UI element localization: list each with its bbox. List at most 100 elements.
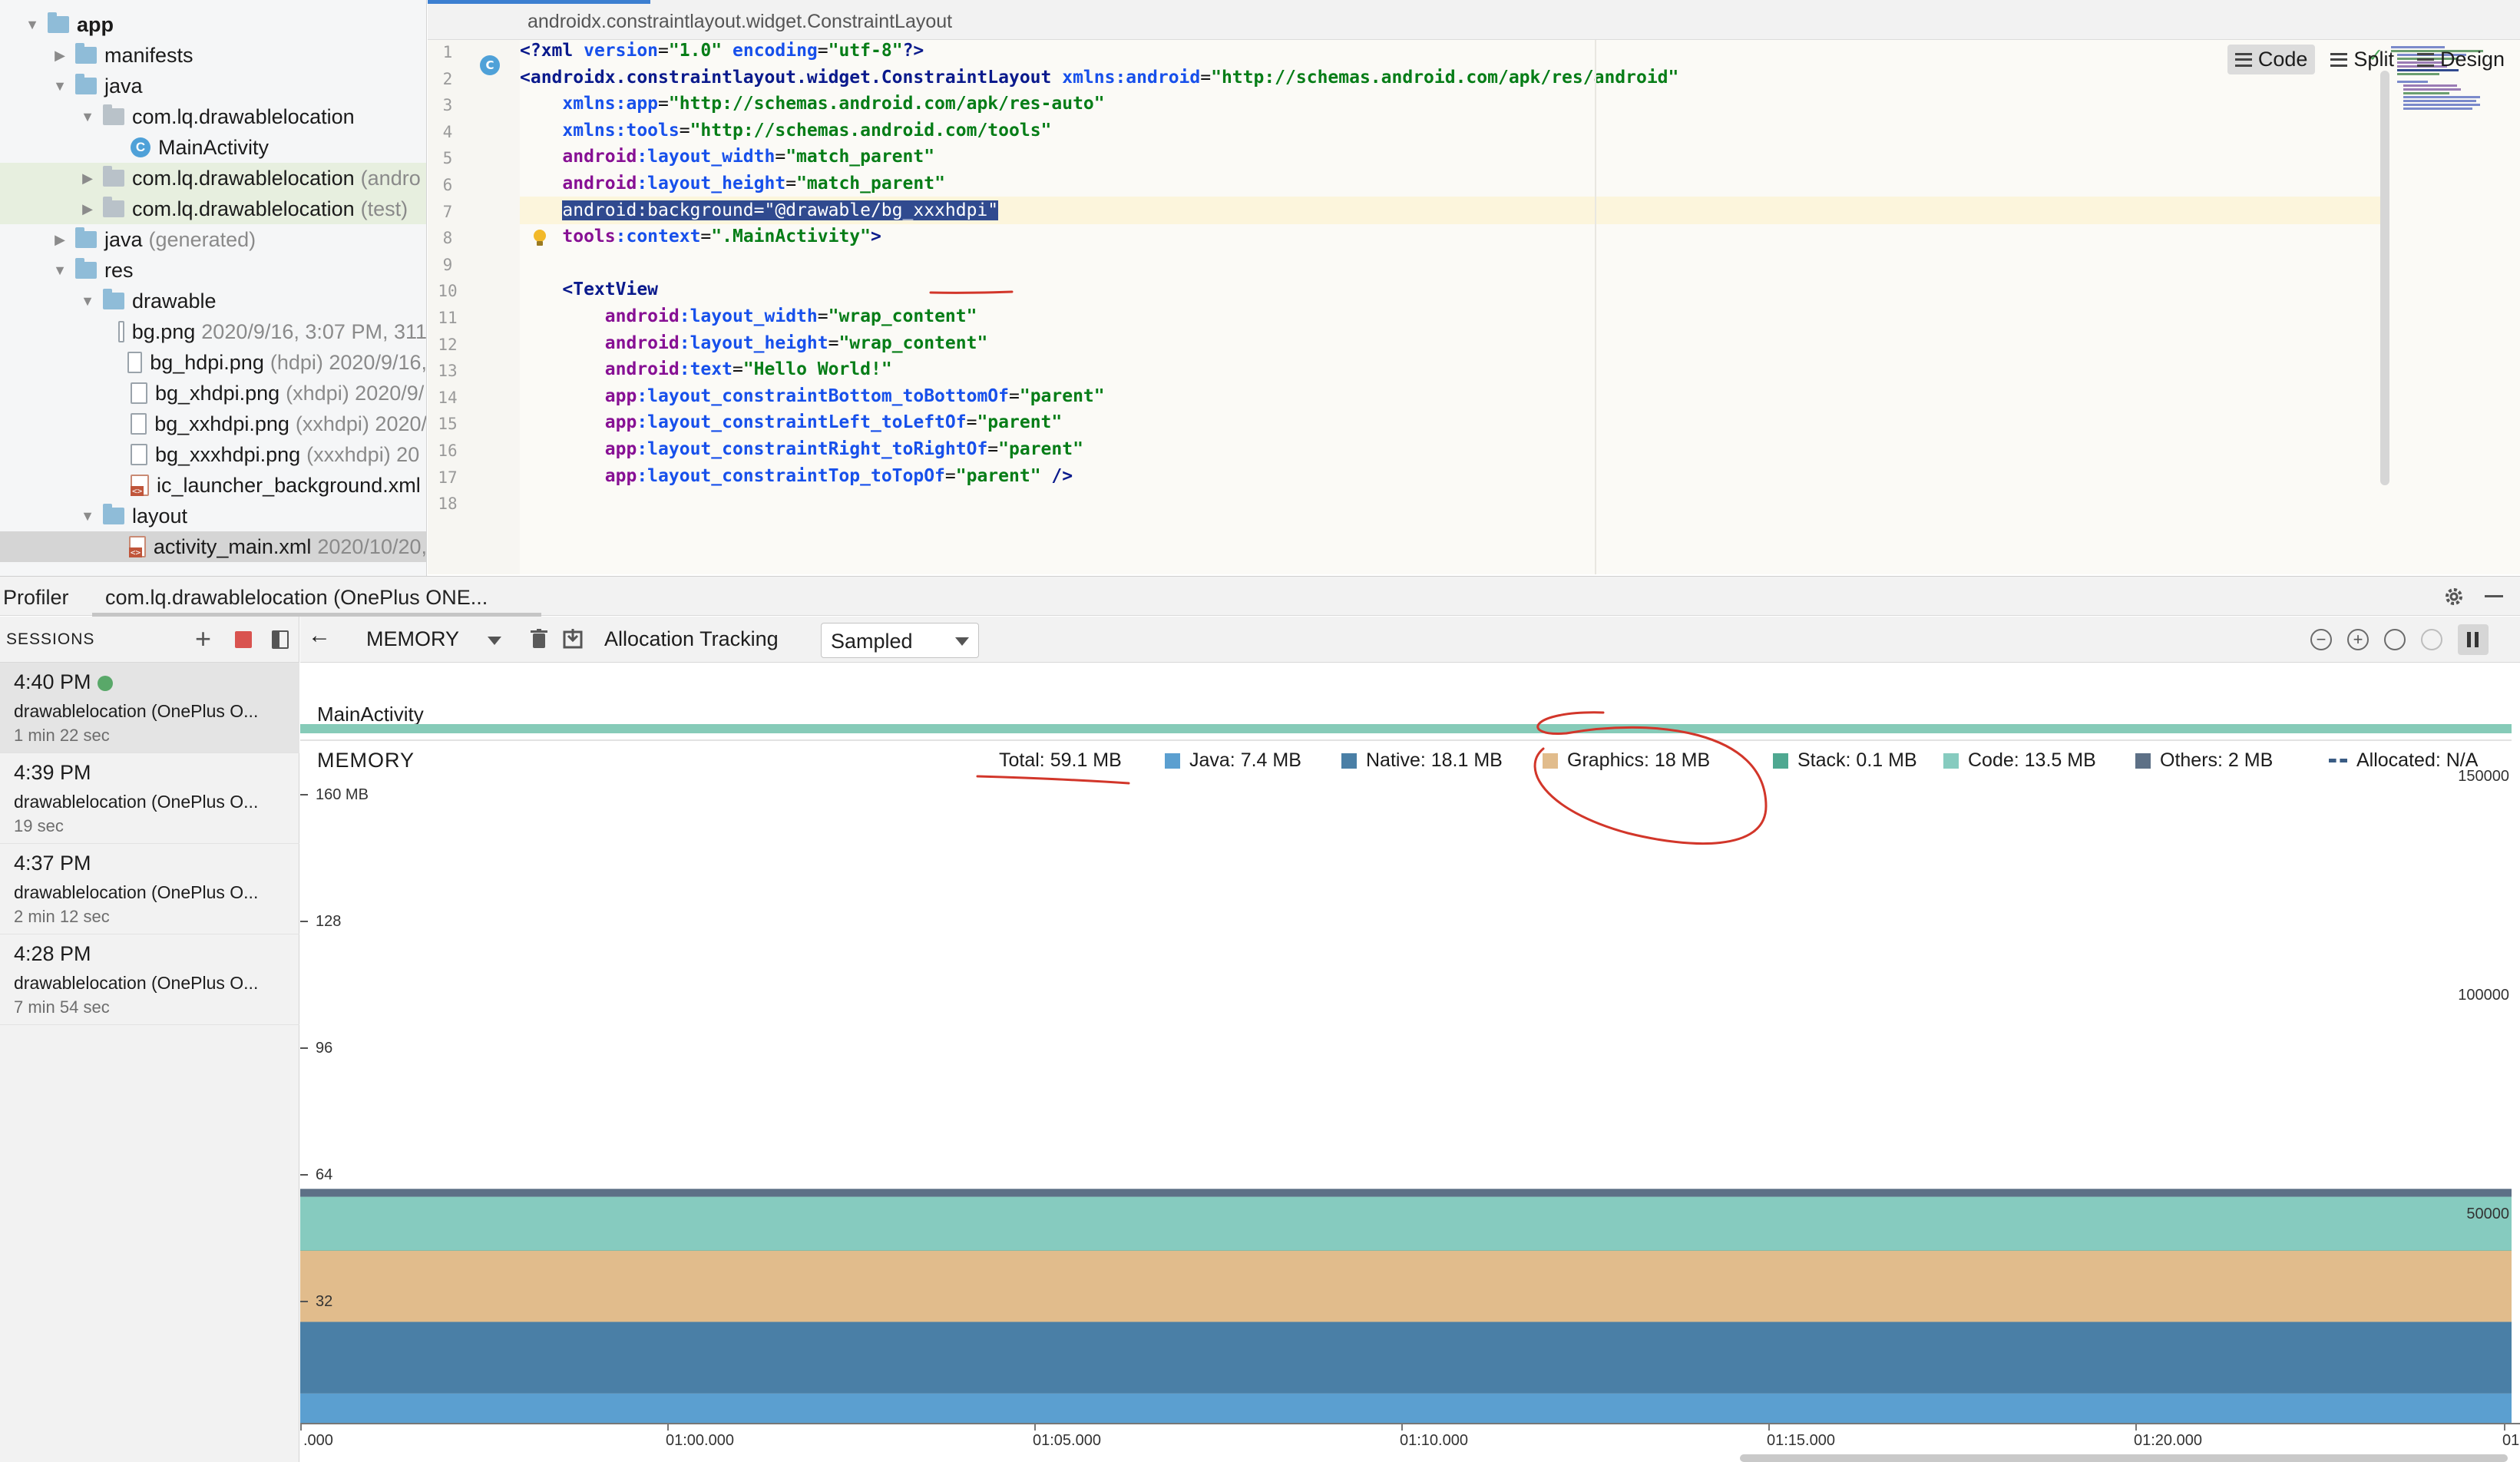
chevron-right-icon[interactable]: ▶ <box>80 170 95 186</box>
timeline-scrollbar[interactable] <box>1740 1454 2508 1462</box>
code-line[interactable]: xmlns:tools="http://schemas.android.com/… <box>520 117 2382 144</box>
session-time-text: 4:28 PM <box>14 942 91 965</box>
tree-item[interactable]: activity_main.xml2020/10/20, <box>0 531 426 562</box>
chevron-down-icon[interactable]: ▼ <box>80 508 95 524</box>
tree-item[interactable]: bg_xhdpi.png (xhdpi) 2020/9/ <box>0 378 426 408</box>
tree-item[interactable]: ic_launcher_background.xml <box>0 470 426 501</box>
image-file-icon <box>127 352 143 373</box>
session-item[interactable]: 4:39 PM drawablelocation (OnePlus O... 19 … <box>0 753 299 844</box>
session-item[interactable]: 4:37 PM drawablelocation (OnePlus O... 2 m… <box>0 844 299 934</box>
code-line[interactable]: <?xml version="1.0" encoding="utf-8"?> <box>520 40 2382 64</box>
tree-item[interactable]: ▼ drawable <box>0 286 426 316</box>
code-token: :layout_height <box>679 332 828 353</box>
class-gutter-icon[interactable]: C <box>480 55 500 75</box>
memory-timeline[interactable]: MainActivity MEMORY Total: 59.1 MB Java: … <box>300 663 2520 1462</box>
tree-item[interactable]: ▼ java <box>0 71 426 101</box>
code-token: "wrap_content" <box>828 306 977 326</box>
memory-chart[interactable] <box>300 663 2512 1462</box>
gear-icon[interactable] <box>2443 586 2465 607</box>
reset-zoom-icon[interactable] <box>2384 629 2406 650</box>
code-line[interactable] <box>520 488 2382 516</box>
code-line[interactable]: android:layout_width="wrap_content" <box>520 303 2382 330</box>
split-mode-icon <box>2330 52 2348 67</box>
back-arrow-icon[interactable]: ← <box>308 623 331 649</box>
line-number: 9 <box>442 255 453 274</box>
code-line[interactable]: app:layout_constraintLeft_toLeftOf="pare… <box>520 408 2382 436</box>
tree-item[interactable]: bg_xxxhdpi.png (xxxhdpi) 20 <box>0 439 426 470</box>
tree-item[interactable]: bg_xxhdpi.png (xxhdpi) 2020/ <box>0 408 426 439</box>
sessions-header: SESSIONS + <box>0 617 299 663</box>
code-line[interactable]: app:layout_constraintRight_toRightOf="pa… <box>520 435 2382 463</box>
chevron-right-icon[interactable]: ▶ <box>52 48 68 63</box>
zoom-out-icon[interactable]: − <box>2310 629 2332 650</box>
code-line[interactable]: <TextView <box>520 276 2382 303</box>
x-tick-label: 01:20.000 <box>2134 1432 2202 1449</box>
add-session-icon[interactable]: + <box>195 623 211 655</box>
folder-icon <box>103 504 124 524</box>
minimize-icon[interactable] <box>2485 595 2503 597</box>
pause-icon-bar <box>2475 632 2479 647</box>
code-line[interactable]: app:layout_constraintTop_toTopOf="parent… <box>520 462 2382 490</box>
profiler-toolbar: ← MEMORY Allocation Tracking Sampled − + <box>300 617 2520 663</box>
tree-item[interactable]: ▶ manifests <box>0 40 426 71</box>
code-line[interactable]: <androidx.constraintlayout.widget.Constr… <box>520 64 2382 91</box>
zoom-to-selection-icon[interactable] <box>2421 629 2442 650</box>
code-line[interactable]: tools:context=".MainActivity"> <box>520 223 2382 250</box>
code-line[interactable]: app:layout_constraintBottom_toBottomOf="… <box>520 382 2382 410</box>
session-name: drawablelocation (OnePlus O... <box>14 882 259 902</box>
chevron-down-icon[interactable]: ▼ <box>52 78 68 94</box>
tree-item[interactable]: ▼ res <box>0 255 426 286</box>
profiler-session-tab[interactable]: com.lq.drawablelocation (OnePlus ONE... <box>105 586 488 610</box>
code-line[interactable] <box>520 250 2382 277</box>
tree-item[interactable]: ▶ com.lq.drawablelocation (andro <box>0 163 426 194</box>
code-line[interactable]: android:background="@drawable/bg_xxxhdpi… <box>520 196 2382 224</box>
tree-item[interactable]: ▶ java (generated) <box>0 224 426 255</box>
code-line[interactable]: android:text="Hello World!" <box>520 356 2382 383</box>
chevron-right-icon[interactable]: ▶ <box>80 201 95 217</box>
allocation-tracking-label: Allocation Tracking <box>604 627 779 650</box>
zoom-in-icon[interactable]: + <box>2347 629 2369 650</box>
code-token: = <box>828 332 839 353</box>
mode-code-button[interactable]: Code <box>2227 45 2316 74</box>
mode-design-button[interactable]: Design <box>2409 45 2512 74</box>
allocation-sampling-select[interactable]: Sampled <box>821 623 979 658</box>
code-token: :context <box>615 227 701 247</box>
code-token: = <box>679 120 690 141</box>
tree-item[interactable]: ▶ com.lq.drawablelocation (test) <box>0 194 426 224</box>
chevron-right-icon[interactable]: ▶ <box>52 232 68 247</box>
trash-icon[interactable] <box>531 629 547 649</box>
code-token: xmlns:android <box>1062 67 1201 88</box>
session-item[interactable]: 4:40 PM drawablelocation (OnePlus O... 1 m… <box>0 663 299 753</box>
chevron-down-icon[interactable]: ▼ <box>80 293 95 309</box>
class-icon: C <box>131 137 150 157</box>
tree-item[interactable]: C MainActivity <box>0 132 426 163</box>
tree-item[interactable]: ▼ app <box>0 9 426 40</box>
code-line[interactable]: android:layout_width="match_parent" <box>520 143 2382 170</box>
tree-item[interactable]: bg.png 2020/9/16, 3:07 PM, 311 <box>0 316 426 347</box>
collapse-sessions-icon[interactable] <box>272 630 289 649</box>
code-line[interactable]: android:layout_height="match_parent" <box>520 170 2382 197</box>
mode-split-button[interactable]: Split <box>2323 45 2402 74</box>
chevron-down-icon[interactable]: ▼ <box>52 263 68 278</box>
heap-dump-icon[interactable] <box>563 627 583 649</box>
tree-item[interactable]: ▼ com.lq.drawablelocation <box>0 101 426 132</box>
x-tick-mark <box>2504 1423 2505 1431</box>
y-tick-label: 160 MB <box>316 786 369 803</box>
stop-session-icon[interactable] <box>235 631 252 648</box>
tree-item[interactable]: ▼ layout <box>0 501 426 531</box>
pause-live-button[interactable] <box>2458 624 2489 655</box>
code-line[interactable]: xmlns:app="http://schemas.android.com/ap… <box>520 90 2382 117</box>
breadcrumb[interactable]: androidx.constraintlayout.widget.Constra… <box>527 11 952 33</box>
code-editor[interactable]: C 1 2 3 4 5 6 7 8 9 10 11 12 13 14 15 16 17 18 <?xml vers… <box>428 40 2520 574</box>
session-item[interactable]: 4:28 PM drawablelocation (OnePlus O... 7 m… <box>0 934 299 1025</box>
chevron-down-icon[interactable]: ▼ <box>80 109 95 124</box>
profiler-select[interactable]: MEMORY <box>366 627 459 651</box>
code-line[interactable]: android:layout_height="wrap_content" <box>520 329 2382 357</box>
chevron-down-icon[interactable]: ▼ <box>25 17 40 32</box>
tree-item[interactable]: bg_hdpi.png (hdpi) 2020/9/16, <box>0 347 426 378</box>
chevron-down-icon[interactable] <box>488 637 501 645</box>
